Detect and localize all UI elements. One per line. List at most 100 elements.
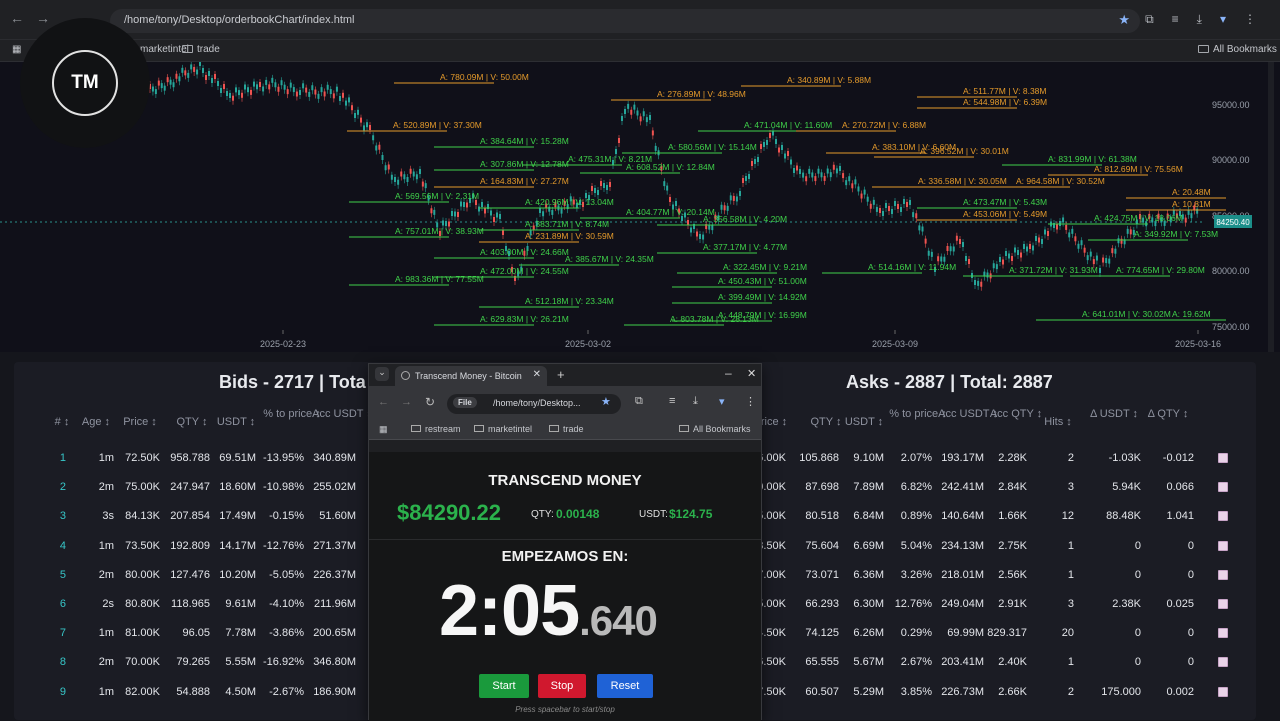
candle-body xyxy=(1035,236,1037,241)
reset-button[interactable]: Reset xyxy=(597,674,653,698)
chart-toggle-icon[interactable] xyxy=(1218,482,1228,493)
ask-cell: 1.041 xyxy=(1166,510,1194,523)
chart-toggle-icon[interactable] xyxy=(1218,628,1228,639)
download-icon[interactable]: ⤓ xyxy=(1197,12,1202,27)
extensions-icon[interactable]: ⧉ xyxy=(635,395,643,408)
profile-icon[interactable]: ▾ xyxy=(1220,12,1226,27)
candle-body xyxy=(1086,255,1089,261)
candle-body xyxy=(419,169,421,174)
asks-header-7[interactable]: Δ USDT ↕ xyxy=(1084,408,1144,420)
candle-body xyxy=(793,168,795,173)
stop-button[interactable]: Stop xyxy=(538,674,586,698)
ask-cell: 66.293 xyxy=(805,598,839,610)
ask-cell: 0 xyxy=(1134,539,1141,552)
candle-body xyxy=(687,220,689,225)
menu-icon[interactable]: ⋮ xyxy=(1244,12,1256,27)
candle-body xyxy=(597,190,599,195)
popup-tab[interactable]: Transcend Money - Bitcoin ✕ xyxy=(395,366,547,386)
chart-toggle-icon[interactable] xyxy=(1218,599,1228,609)
new-tab-icon[interactable]: + xyxy=(557,367,565,382)
tab-close-icon[interactable]: ✕ xyxy=(528,369,541,380)
bid-cell: 2s xyxy=(102,598,114,610)
candle-body xyxy=(187,72,190,78)
bids-header-2[interactable]: Price ↕ xyxy=(110,416,170,428)
candle-body xyxy=(879,208,881,213)
chart-toggle-icon[interactable] xyxy=(1218,569,1228,580)
bids-header-4[interactable]: USDT ↕ xyxy=(206,416,266,428)
reload-icon[interactable]: ↻ xyxy=(425,395,435,409)
chart-toggle-icon[interactable] xyxy=(1218,453,1228,463)
level-label: A: 399.49M | V: 14.92M xyxy=(718,292,807,302)
file-chip[interactable]: File xyxy=(453,397,477,408)
bookmark-marketintel[interactable]: marketintel xyxy=(474,424,532,434)
asks-header-8[interactable]: Δ QTY ↕ xyxy=(1138,408,1198,420)
back-icon[interactable]: ← xyxy=(10,10,24,26)
all-bookmarks-label: All Bookmarks xyxy=(1213,44,1277,55)
profile-icon[interactable]: ▾ xyxy=(719,395,725,408)
chart-toggle-icon[interactable] xyxy=(1218,511,1228,522)
bid-cell: 8 xyxy=(59,656,66,669)
folder-icon xyxy=(1198,45,1209,53)
candle-body xyxy=(1002,259,1004,265)
popup-address-bar[interactable]: File /home/tony/Desktop... xyxy=(447,394,621,414)
candle-body xyxy=(433,209,436,215)
bookmark-restream[interactable]: restream xyxy=(411,424,461,434)
start-button[interactable]: Start xyxy=(479,674,529,698)
asks-title: Asks - 2887 | Total: 2887 xyxy=(846,372,1053,392)
bookmark-trade[interactable]: trade xyxy=(182,44,220,55)
bookmark-star-icon[interactable]: ★ xyxy=(601,395,611,408)
candle-body xyxy=(241,92,243,98)
level-label: A: 450.43M | V: 51.00M xyxy=(718,276,807,286)
candle-body xyxy=(175,73,178,79)
candle-body xyxy=(906,202,908,207)
apps-icon[interactable]: ▦ xyxy=(12,44,21,55)
bid-cell: 4.50M xyxy=(225,685,256,698)
price-chart[interactable]: 95000.0090000.0085000.0080000.0075000.00… xyxy=(0,58,1280,352)
all-bookmarks[interactable]: All Bookmarks xyxy=(679,424,751,434)
media-icon[interactable]: ≡ xyxy=(669,395,675,407)
candle-body xyxy=(711,225,714,231)
ask-cell: 2.66K xyxy=(998,685,1027,698)
all-bookmarks[interactable]: All Bookmarks xyxy=(1198,44,1277,55)
qty-value: 0.00148 xyxy=(556,507,600,521)
popup-url: /home/tony/Desktop... xyxy=(493,398,581,408)
level-label: A: 19.62M xyxy=(1172,309,1211,319)
chart-toggle-icon[interactable] xyxy=(1218,540,1228,551)
apps-icon[interactable]: ▦ xyxy=(379,424,388,435)
menu-icon[interactable]: ⋮ xyxy=(745,395,756,408)
address-bar[interactable]: /home/tony/Desktop/orderbookChart/index.… xyxy=(110,9,1140,33)
candle-body xyxy=(787,151,789,156)
bookmark-trade[interactable]: trade xyxy=(549,424,584,434)
back-icon[interactable]: ← xyxy=(378,396,389,408)
candle-body xyxy=(940,256,943,262)
candle-body xyxy=(1196,208,1199,214)
level-label: A: 512.18M | V: 23.34M xyxy=(525,296,614,306)
candle-body xyxy=(645,117,648,123)
chart-scrollbar[interactable] xyxy=(1268,62,1274,352)
chart-toggle-icon[interactable] xyxy=(1218,657,1228,668)
forward-icon[interactable]: → xyxy=(36,10,50,26)
extensions-icon[interactable]: ⧉ xyxy=(1145,12,1154,27)
candle-body xyxy=(835,168,838,174)
level-label: A: 349.92M | V: 7.53M xyxy=(1134,229,1218,239)
ask-cell: 1 xyxy=(1067,539,1074,552)
tab-search-icon[interactable]: ⌄ xyxy=(375,367,389,381)
bookmark-star-icon[interactable]: ★ xyxy=(1118,12,1130,28)
media-icon[interactable]: ≡ xyxy=(1172,12,1179,27)
chart-toggle-icon[interactable] xyxy=(1218,686,1228,697)
chart-canvas[interactable]: 95000.0090000.0085000.0080000.0075000.00… xyxy=(0,58,1280,352)
asks-header-6[interactable]: Hits ↕ xyxy=(1028,416,1088,428)
candle-body xyxy=(885,203,887,208)
candle-body xyxy=(314,89,317,95)
candle-body xyxy=(845,180,848,186)
ask-cell: 73.071 xyxy=(805,568,839,581)
candle-body xyxy=(244,84,246,90)
candle-body xyxy=(857,186,860,192)
forward-icon[interactable]: → xyxy=(401,396,412,408)
asks-header-2[interactable]: USDT ↕ xyxy=(834,416,894,428)
window-close-icon[interactable]: ✕ xyxy=(747,367,756,380)
minimize-icon[interactable]: – xyxy=(725,366,732,380)
bids-header-6[interactable]: Acc USDT ↕ xyxy=(312,408,372,420)
download-icon[interactable]: ⤓ xyxy=(693,395,698,408)
ask-cell: 2.40K xyxy=(998,656,1027,669)
